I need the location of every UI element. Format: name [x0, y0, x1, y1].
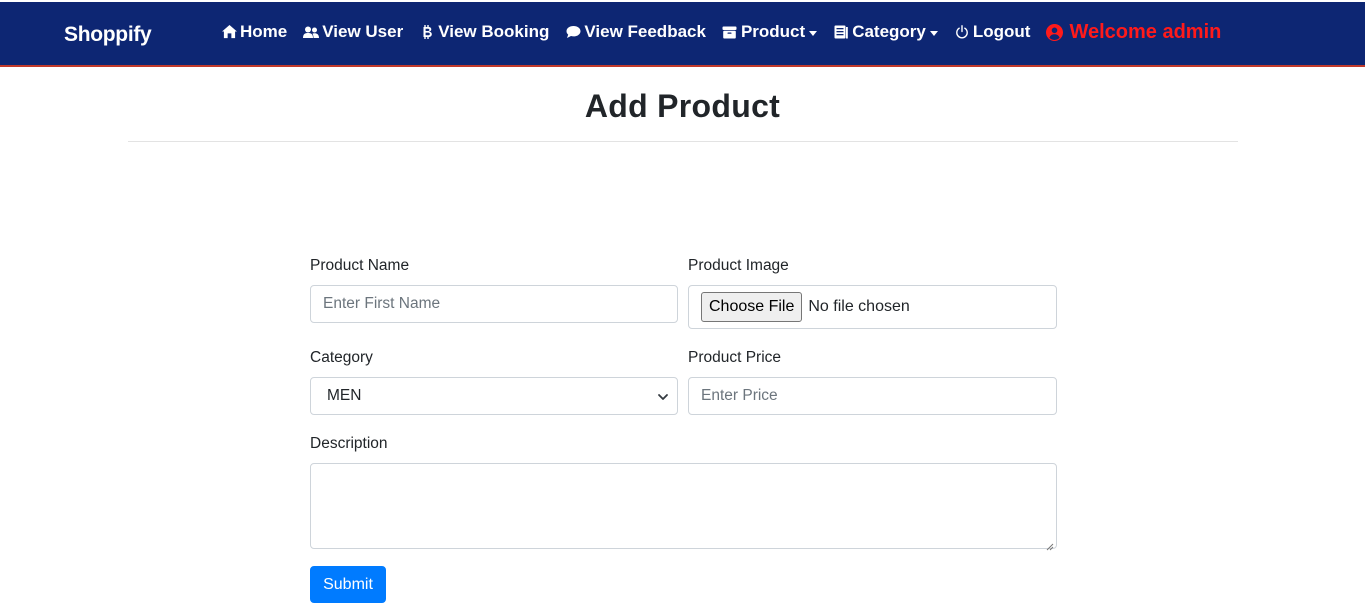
- nav-item-label: View Feedback: [584, 22, 706, 41]
- chevron-down-icon: [657, 390, 669, 402]
- nav-item-label: Category: [852, 22, 926, 41]
- top-navbar: Shoppify Home View User View Booking Vie…: [0, 0, 1365, 67]
- nav-item-category[interactable]: Category: [833, 22, 938, 42]
- nav-item-view-user[interactable]: View User: [303, 22, 403, 42]
- product-image-label: Product Image: [688, 257, 789, 274]
- chevron-down-icon: [809, 30, 818, 36]
- chevron-down-icon: [929, 30, 938, 36]
- product-name-label: Product Name: [310, 257, 410, 274]
- category-selected-value: MEN: [327, 387, 362, 404]
- box-icon: [722, 24, 738, 40]
- nav-item-label: Logout: [972, 22, 1031, 41]
- bitcoin-icon: [419, 24, 435, 40]
- chat-bubble-icon: [565, 24, 581, 40]
- list-icon: [833, 24, 849, 40]
- file-status-text: No file chosen: [808, 298, 910, 315]
- nav-item-home[interactable]: Home: [221, 22, 287, 42]
- nav-item-label: View Booking: [438, 22, 550, 41]
- nav-item-logout[interactable]: Logout: [954, 22, 1031, 42]
- product-name-input[interactable]: [310, 285, 678, 323]
- page-title: Add Product: [584, 88, 781, 124]
- nav-item-label: View User: [322, 22, 404, 41]
- title-divider: [128, 141, 1238, 142]
- description-label: Description: [310, 435, 388, 452]
- product-price-label: Product Price: [688, 349, 782, 366]
- nav-item-view-booking[interactable]: View Booking: [419, 22, 549, 42]
- submit-button[interactable]: Submit: [310, 566, 386, 603]
- welcome-label: Welcome admin: [1069, 20, 1222, 43]
- category-select[interactable]: MEN: [310, 377, 678, 415]
- nav-item-label: Product: [740, 22, 806, 41]
- product-image-file-input[interactable]: Choose File No file chosen: [688, 285, 1057, 329]
- nav-item-product[interactable]: Product: [722, 22, 818, 42]
- nav-item-label: Home: [240, 22, 288, 41]
- home-icon: [221, 24, 237, 40]
- description-textarea[interactable]: [310, 463, 1057, 551]
- user-circle-icon: [1046, 23, 1064, 41]
- choose-file-button[interactable]: Choose File: [701, 292, 803, 322]
- product-price-input[interactable]: [688, 377, 1057, 415]
- category-label: Category: [310, 349, 373, 366]
- nav-links: Home View User View Booking View Feedbac…: [221, 20, 1221, 44]
- resize-grip-icon[interactable]: [1046, 538, 1054, 551]
- brand-logo[interactable]: Shoppify: [64, 23, 152, 47]
- users-icon: [303, 24, 320, 40]
- power-icon: [954, 24, 970, 40]
- nav-item-view-feedback[interactable]: View Feedback: [565, 22, 706, 42]
- welcome-message: Welcome admin: [1046, 21, 1221, 44]
